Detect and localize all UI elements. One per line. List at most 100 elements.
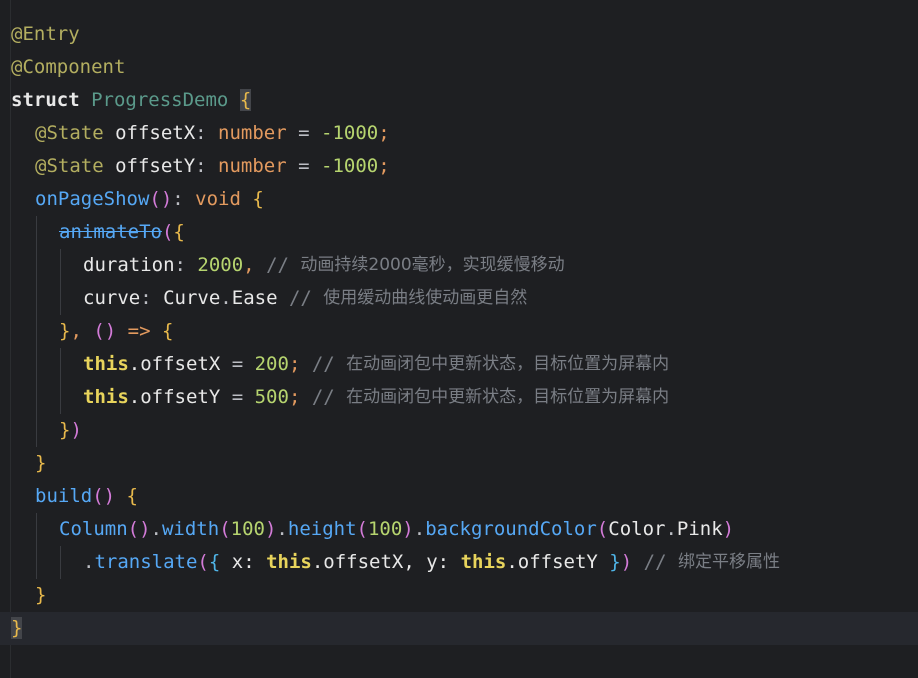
code-token: Ease (231, 287, 278, 309)
code-token: . (83, 551, 95, 573)
code-line[interactable]: animateTo({ (0, 216, 918, 249)
code-token: @Entry (11, 23, 80, 45)
indent-guide (35, 315, 59, 348)
indent-guide (11, 315, 35, 348)
indent-guide (59, 546, 83, 579)
code-token: ( (161, 221, 174, 243)
code-token: number (218, 122, 287, 144)
indent-guide (35, 216, 59, 249)
code-token: ( (356, 518, 368, 540)
code-line[interactable]: this.offsetX = 200; // 在动画闭包中更新状态，目标位置为屏… (0, 348, 918, 381)
code-line[interactable]: curve: Curve.Ease // 使用缓动曲线使动画更自然 (0, 282, 918, 315)
code-token: , y: (403, 551, 461, 573)
indent-guide (11, 480, 35, 513)
code-token: Column (59, 518, 128, 540)
indent-guide (35, 348, 59, 381)
code-line[interactable]: @State offsetX: number = -1000; (0, 117, 918, 150)
code-line[interactable]: Column().width(100).height(100).backgrou… (0, 513, 918, 546)
code-token: ) (264, 518, 277, 540)
code-token: ; (378, 155, 390, 177)
code-token: this (266, 551, 312, 573)
code-token: { (252, 188, 264, 210)
code-token: 在动画闭包中更新状态，目标位置为屏幕内 (346, 387, 670, 407)
code-token: = (220, 353, 255, 375)
code-token: ; (288, 386, 312, 408)
code-token: = (286, 122, 322, 144)
code-token: Pink (676, 518, 723, 540)
code-token: Color (608, 518, 666, 540)
code-token: backgroundColor (425, 518, 597, 540)
code-line[interactable]: this.offsetY = 500; // 在动画闭包中更新状态，目标位置为屏… (0, 381, 918, 414)
code-token: .offsetX (311, 551, 404, 573)
indent-guide (11, 150, 35, 183)
code-line[interactable]: }) (0, 414, 918, 447)
code-token: ; (378, 122, 390, 144)
code-token: } (59, 419, 71, 441)
code-line[interactable]: @Component (0, 51, 918, 84)
code-token: { (126, 485, 138, 507)
code-token: () (93, 320, 117, 342)
code-line[interactable]: build() { (0, 480, 918, 513)
indent-guide (35, 249, 59, 282)
code-token: . (276, 518, 288, 540)
code-line[interactable]: } (0, 579, 918, 612)
code-token: 动画持续2000毫秒，实现缓慢移动 (300, 255, 565, 275)
code-token: struct (11, 89, 80, 111)
indent-guide (11, 546, 35, 579)
code-token: this (460, 551, 507, 573)
code-token: number (218, 155, 287, 177)
code-token: x: (220, 551, 267, 573)
code-token: animateTo (59, 221, 162, 243)
code-token: : (174, 254, 198, 276)
code-token: 200 (254, 353, 289, 375)
code-token: ; (288, 353, 312, 375)
code-token: .offsetY (506, 551, 598, 573)
code-line[interactable]: duration: 2000, // 动画持续2000毫秒，实现缓慢移动 (0, 249, 918, 282)
code-line[interactable]: @Entry (0, 18, 918, 51)
code-line[interactable]: } (0, 612, 918, 645)
code-line[interactable]: .translate({ x: this.offsetX, y: this.of… (0, 546, 918, 579)
indent-guide (59, 282, 83, 315)
code-token: build (35, 485, 93, 507)
code-token: : (195, 155, 219, 177)
indent-guide (35, 513, 59, 546)
code-token: 100 (367, 518, 403, 540)
code-token: this (83, 386, 129, 408)
code-token: 100 (230, 518, 265, 540)
code-token: } (609, 551, 621, 573)
code-token: } (59, 320, 71, 342)
code-line[interactable]: @State offsetY: number = -1000; (0, 150, 918, 183)
code-token: ProgressDemo (91, 89, 229, 111)
indent-guide (59, 249, 83, 282)
code-token: -1000 (321, 155, 379, 177)
code-token: { (239, 89, 252, 111)
code-token: ) (722, 518, 735, 540)
code-token: { (173, 221, 185, 243)
code-token: . (220, 287, 232, 309)
code-line[interactable]: } (0, 447, 918, 480)
code-token: // (288, 287, 324, 309)
code-token: = (220, 386, 255, 408)
code-token: } (35, 584, 47, 606)
code-token: ( (596, 518, 609, 540)
code-token: => (116, 320, 162, 342)
code-token: void (195, 188, 241, 210)
code-line[interactable]: struct ProgressDemo { (0, 84, 918, 117)
code-token: () (149, 188, 173, 210)
code-token: // (643, 551, 678, 573)
code-token: .offsetX (128, 353, 221, 375)
indent-guide (11, 579, 35, 612)
code-line[interactable]: }, () => { (0, 315, 918, 348)
code-token: . (413, 518, 426, 540)
code-editor[interactable]: @Entry @Component struct ProgressDemo {@St… (0, 0, 918, 678)
indent-guide (35, 381, 59, 414)
code-line[interactable]: onPageShow(): void { (0, 183, 918, 216)
code-token: ) (70, 419, 82, 441)
code-token: : (140, 287, 164, 309)
code-token: .offsetY (128, 386, 221, 408)
code-token: 使用缓动曲线使动画更自然 (323, 288, 528, 308)
indent-guide (11, 216, 35, 249)
